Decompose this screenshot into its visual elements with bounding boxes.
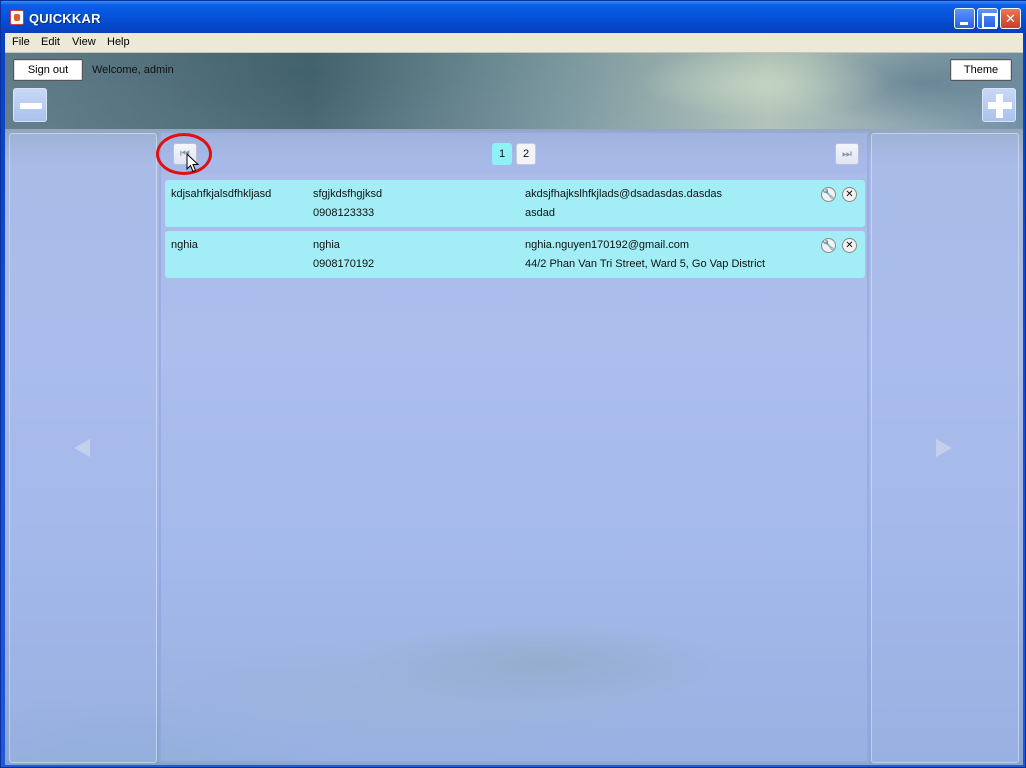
next-arrow-icon[interactable]	[936, 439, 952, 457]
java-app-icon	[10, 10, 24, 25]
list-item[interactable]: kdjsahfkjalsdfhkljasd sfgjkdsfhgjksd 090…	[165, 180, 865, 227]
record-username: nghia	[313, 239, 340, 251]
main-content: Sign out Welcome, admin Theme ⏮ 1 2 ⏭ kd…	[5, 53, 1023, 765]
window-title: QUICKKAR	[29, 11, 101, 26]
highlight-annotation	[156, 133, 212, 175]
record-email: nghia.nguyen170192@gmail.com	[525, 239, 690, 251]
previous-arrow-icon[interactable]	[74, 439, 90, 457]
records-panel: ⏮ 1 2 ⏭ kdjsahfkjalsdfhkljasd sfgjkdsfhg…	[156, 131, 869, 763]
pagination-bar: ⏮ 1 2 ⏭	[156, 133, 867, 175]
left-panel	[9, 133, 157, 763]
page-2-button[interactable]: 2	[516, 143, 536, 165]
app-window: QUICKKAR ✕ File Edit View Help Sign out …	[0, 0, 1026, 768]
menu-edit[interactable]: Edit	[41, 36, 60, 48]
wrench-icon[interactable]: 🔧	[821, 238, 836, 253]
record-phone: 0908170192	[313, 258, 375, 270]
collapse-button[interactable]	[13, 88, 47, 122]
list-item[interactable]: nghia nghia 0908170192 nghia.nguyen17019…	[165, 231, 865, 278]
close-button[interactable]: ✕	[1000, 8, 1021, 29]
menu-help[interactable]: Help	[107, 36, 130, 48]
record-name: nghia	[171, 239, 198, 251]
delete-icon[interactable]: ✕	[842, 238, 857, 253]
theme-button[interactable]: Theme	[950, 59, 1012, 81]
welcome-text: Welcome, admin	[92, 64, 174, 76]
menu-bar: File Edit View Help	[5, 33, 1023, 53]
last-page-icon: ⏭	[842, 148, 852, 160]
maximize-button[interactable]	[977, 8, 998, 29]
sign-out-button[interactable]: Sign out	[13, 59, 83, 81]
record-username: sfgjkdsfhgjksd	[313, 188, 383, 200]
minimize-button[interactable]	[954, 8, 975, 29]
minus-icon	[20, 103, 42, 109]
record-phone: 0908123333	[313, 207, 375, 219]
wrench-icon[interactable]: 🔧	[821, 187, 836, 202]
record-name: kdjsahfkjalsdfhkljasd	[171, 188, 272, 200]
menu-file[interactable]: File	[12, 36, 30, 48]
page-1-button[interactable]: 1	[492, 143, 512, 165]
delete-icon[interactable]: ✕	[842, 187, 857, 202]
right-panel	[871, 133, 1019, 763]
menu-view[interactable]: View	[72, 36, 96, 48]
record-address: 44/2 Phan Van Tri Street, Ward 5, Go Vap…	[525, 258, 766, 270]
add-button[interactable]	[982, 88, 1016, 122]
last-page-button[interactable]: ⏭	[835, 143, 859, 165]
title-bar[interactable]: QUICKKAR ✕	[1, 1, 1026, 33]
record-address: asdad	[525, 207, 555, 219]
record-email: akdsjfhajkslhfkjlads@dsadasdas.dasdas	[525, 188, 723, 200]
